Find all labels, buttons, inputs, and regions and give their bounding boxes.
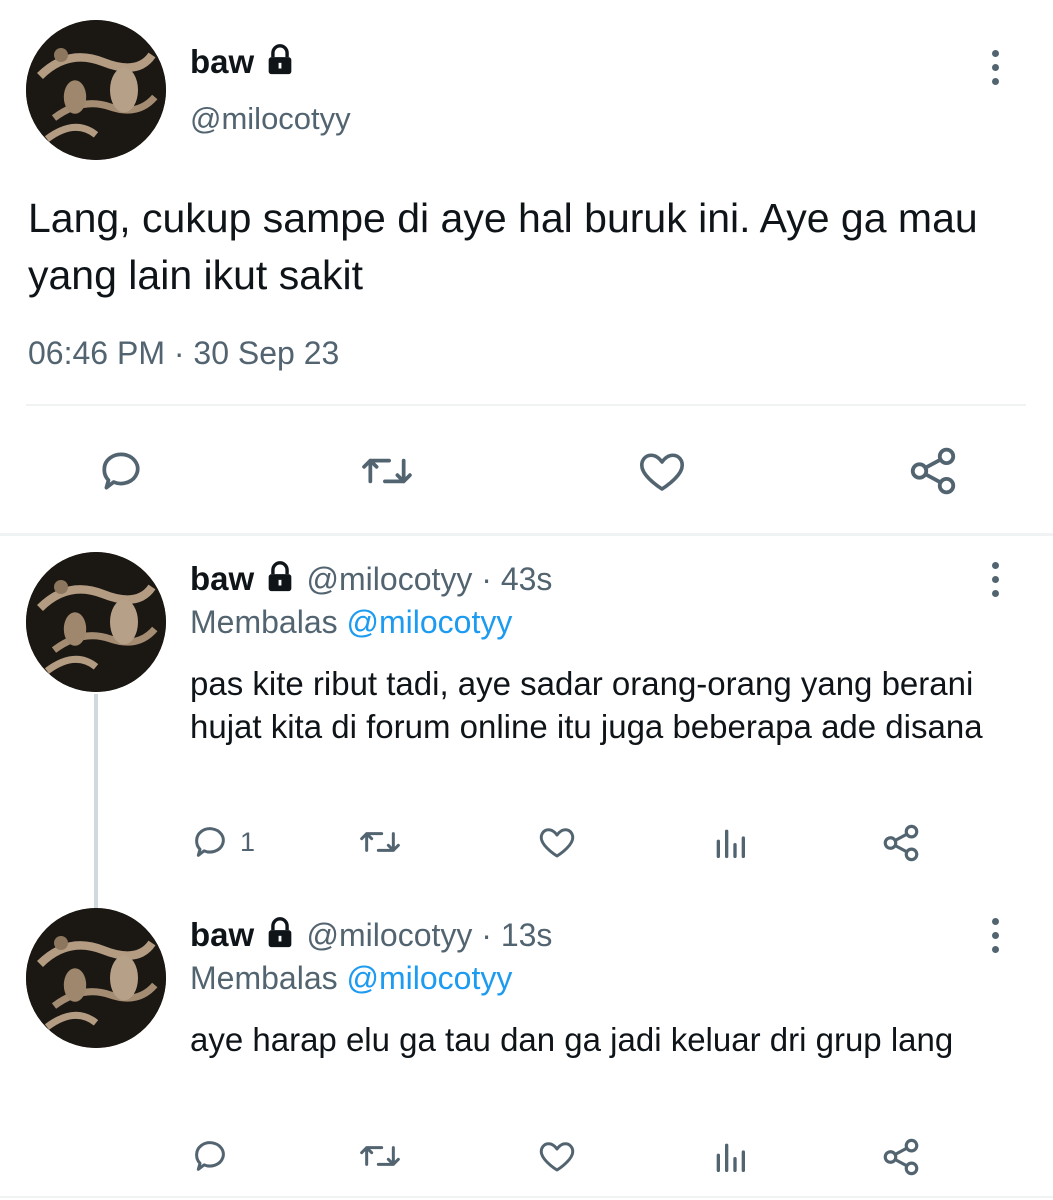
reply-icon[interactable] [190, 1136, 230, 1176]
views-icon[interactable] [710, 823, 750, 863]
display-name-row: baw [190, 43, 297, 85]
share-icon[interactable] [880, 822, 922, 864]
mention-link[interactable]: @milocotyy [347, 604, 513, 640]
divider [26, 404, 1026, 406]
thread-line [94, 694, 98, 908]
reply-button[interactable]: 1 [190, 822, 255, 862]
retweet-icon[interactable] [358, 822, 402, 862]
reply-header: baw @milocotyy · 13s [190, 916, 552, 958]
reply-count: 1 [240, 826, 256, 857]
retweet-icon[interactable] [359, 446, 415, 496]
tweet-text: aye harap elu ga tau dan ga jadi keluar … [190, 1021, 954, 1058]
handle[interactable]: @milocotyy [190, 101, 351, 137]
more-icon[interactable] [989, 918, 1001, 953]
heart-icon[interactable] [535, 821, 579, 863]
more-icon[interactable] [989, 562, 1001, 597]
replying-label: Membalas [190, 604, 338, 640]
mention-link[interactable]: @milocotyy [347, 960, 513, 996]
avatar[interactable] [26, 908, 166, 1048]
timestamp[interactable]: 06:46 PM · 30 Sep 23 [28, 335, 339, 372]
heart-icon[interactable] [535, 1135, 579, 1177]
share-icon[interactable] [880, 1136, 922, 1178]
avatar-image [26, 552, 166, 692]
views-icon[interactable] [710, 1137, 750, 1177]
handle-time[interactable]: @milocotyy · 13s [307, 917, 553, 953]
avatar-image [26, 908, 166, 1048]
avatar-image [26, 20, 166, 160]
avatar[interactable] [26, 20, 166, 160]
replying-to: Membalas @milocotyy [190, 604, 512, 641]
tweet-text: pas kite ribut tadi, aye sadar orang-ora… [190, 665, 983, 745]
tweet-text: Lang, cukup sampe di aye hal buruk ini. … [28, 195, 978, 298]
reply-icon [190, 822, 230, 862]
lock-icon [263, 43, 297, 85]
lock-icon [263, 916, 297, 958]
replying-label: Membalas [190, 960, 338, 996]
heart-icon[interactable] [634, 444, 690, 498]
display-name[interactable]: baw [190, 916, 254, 953]
lock-icon [263, 560, 297, 602]
display-name[interactable]: baw [190, 560, 254, 597]
share-icon[interactable] [906, 444, 960, 498]
reply-header: baw @milocotyy · 43s [190, 560, 552, 602]
avatar[interactable] [26, 552, 166, 692]
display-name[interactable]: baw [190, 43, 254, 80]
reply-icon[interactable] [96, 446, 146, 496]
bottom-divider [0, 1196, 1053, 1198]
retweet-icon[interactable] [358, 1136, 402, 1176]
replying-to: Membalas @milocotyy [190, 960, 512, 997]
handle-time[interactable]: @milocotyy · 43s [307, 561, 553, 597]
section-divider [0, 533, 1053, 536]
more-icon[interactable] [989, 50, 1001, 85]
